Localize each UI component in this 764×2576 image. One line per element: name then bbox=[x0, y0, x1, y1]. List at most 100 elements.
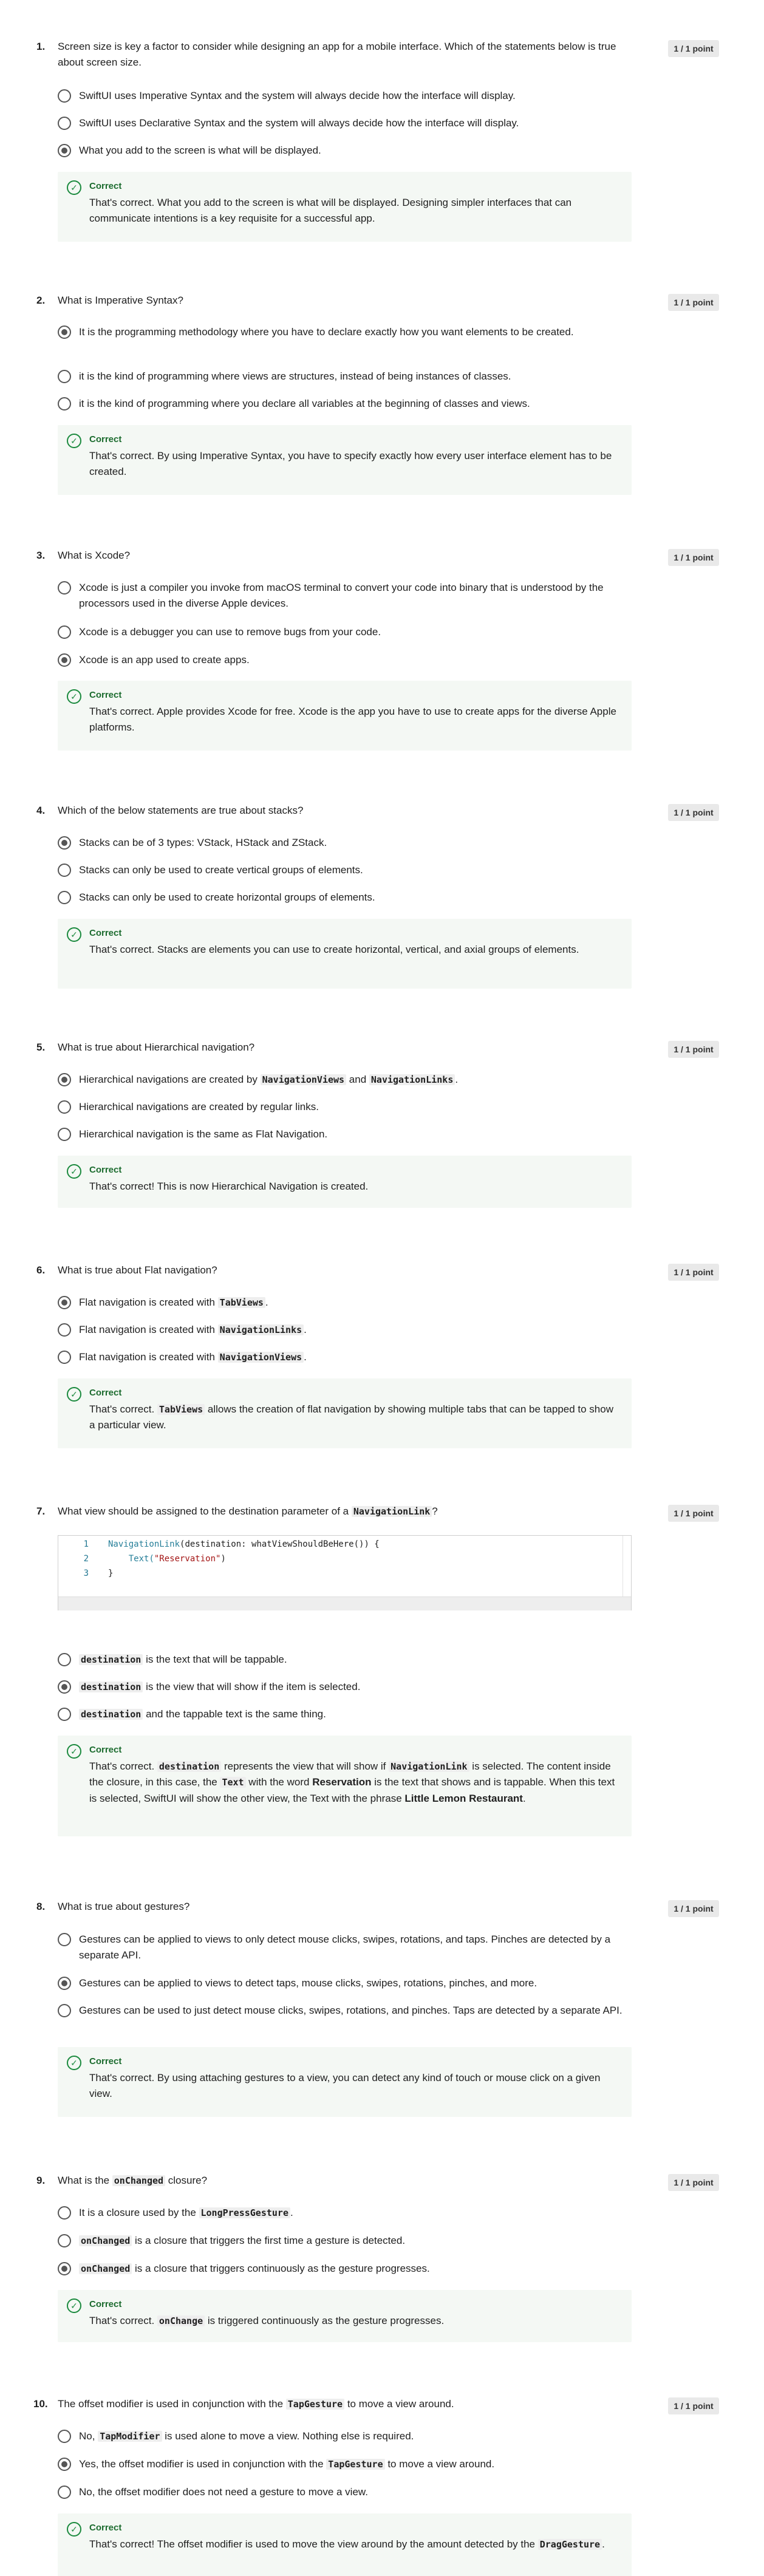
radio-button-selected[interactable] bbox=[58, 1680, 71, 1694]
text-segment: . bbox=[455, 1074, 459, 1085]
radio-button[interactable] bbox=[58, 397, 71, 411]
question-number: 4. bbox=[36, 805, 46, 816]
radio-button[interactable] bbox=[58, 370, 71, 383]
text-segment: with the word bbox=[245, 1776, 313, 1788]
code-segment: destination bbox=[79, 1654, 143, 1665]
text-segment: That's correct. bbox=[89, 2315, 157, 2326]
check-circle-icon: ✓ bbox=[67, 2056, 81, 2070]
radio-button[interactable] bbox=[58, 864, 71, 877]
radio-button-selected[interactable] bbox=[58, 1073, 71, 1086]
points-badge: 1 / 1 point bbox=[668, 1041, 719, 1058]
radio-button[interactable] bbox=[58, 89, 71, 103]
code-token: NavigationLink bbox=[108, 1539, 180, 1549]
question-text: What is the onChanged closure? bbox=[58, 2173, 638, 2189]
option-text: Gestures can be used to just detect mous… bbox=[79, 2005, 622, 2016]
feedback-box: ✓ Correct That's correct. onChange is tr… bbox=[58, 2290, 632, 2342]
radio-button[interactable] bbox=[58, 2004, 71, 2017]
radio-button[interactable] bbox=[58, 1708, 71, 1721]
feedback-title: Correct bbox=[89, 690, 122, 700]
radio-button-selected[interactable] bbox=[58, 836, 71, 850]
code-segment: TapModifier bbox=[98, 2431, 162, 2442]
points-badge: 1 / 1 point bbox=[668, 40, 719, 57]
option-text: Stacks can be of 3 types: VStack, HStack… bbox=[79, 837, 327, 848]
code-segment: destination bbox=[79, 1709, 143, 1720]
radio-button[interactable] bbox=[58, 1351, 71, 1364]
code-segment: onChanged bbox=[112, 2175, 166, 2186]
radio-button[interactable] bbox=[58, 2430, 71, 2443]
feedback-box: ✓ Correct That's correct. TabViews allow… bbox=[58, 1378, 632, 1448]
radio-button-selected[interactable] bbox=[58, 2458, 71, 2471]
radio-button-selected[interactable] bbox=[58, 1977, 71, 1990]
option-text: Hierarchical navigations are created by … bbox=[79, 1101, 319, 1113]
text-segment: That's correct. bbox=[89, 1760, 157, 1772]
text-segment: That's correct. bbox=[89, 1403, 157, 1415]
text-segment: No, bbox=[79, 2430, 98, 2442]
code-segment: onChanged bbox=[79, 2263, 132, 2274]
text-segment: ? bbox=[432, 1505, 438, 1517]
option-text: Stacks can only be used to create horizo… bbox=[79, 891, 375, 903]
code-segment: onChanged bbox=[79, 2235, 132, 2246]
radio-button[interactable] bbox=[58, 2206, 71, 2220]
text-segment: is a closure that triggers continuously … bbox=[132, 2263, 430, 2274]
code-token: (destination: whatViewShouldBeHere()) { bbox=[180, 1539, 380, 1549]
radio-button-selected[interactable] bbox=[58, 1296, 71, 1309]
question-text: The offset modifier is used in conjuncti… bbox=[58, 2396, 638, 2412]
code-token: "Reservation" bbox=[154, 1554, 221, 1564]
points-badge: 1 / 1 point bbox=[668, 294, 719, 311]
check-circle-icon: ✓ bbox=[67, 689, 81, 704]
option-text: SwiftUI uses Imperative Syntax and the s… bbox=[79, 90, 516, 101]
radio-button[interactable] bbox=[58, 1653, 71, 1666]
points-badge: 1 / 1 point bbox=[668, 1505, 719, 1522]
radio-button[interactable] bbox=[58, 1323, 71, 1337]
option-text: destination and the tappable text is the… bbox=[79, 1706, 641, 1722]
option-text: destination is the text that will be tap… bbox=[79, 1652, 641, 1668]
feedback-text: That's correct. destination represents t… bbox=[89, 1759, 618, 1807]
code-token: ) bbox=[220, 1554, 226, 1564]
radio-button[interactable] bbox=[58, 2486, 71, 2499]
points-badge: 1 / 1 point bbox=[668, 2174, 719, 2191]
radio-button[interactable] bbox=[58, 117, 71, 130]
radio-button[interactable] bbox=[58, 1933, 71, 1946]
feedback-text: That's correct. By using attaching gestu… bbox=[89, 2072, 601, 2100]
radio-button[interactable] bbox=[58, 625, 71, 639]
code-editor[interactable]: 1 NavigationLink(destination: whatViewSho… bbox=[58, 1535, 632, 1610]
feedback-text: That's correct. Apple provides Xcode for… bbox=[89, 706, 616, 734]
check-circle-icon: ✓ bbox=[67, 1164, 81, 1179]
radio-button-selected[interactable] bbox=[58, 653, 71, 667]
option-text: SwiftUI uses Declarative Syntax and the … bbox=[79, 117, 519, 129]
option-text: What you add to the screen is what will … bbox=[79, 145, 321, 156]
question-text: Screen size is key a factor to consider … bbox=[58, 41, 616, 69]
radio-button[interactable] bbox=[58, 2234, 71, 2247]
code-segment: NavigationLinks bbox=[369, 1074, 455, 1085]
question-text: What is true about Flat navigation? bbox=[58, 1264, 217, 1276]
feedback-title: Correct bbox=[89, 2299, 122, 2309]
radio-button[interactable] bbox=[58, 581, 71, 595]
option-text: Flat navigation is created with Navigati… bbox=[79, 1322, 641, 1338]
radio-button[interactable] bbox=[58, 891, 71, 904]
feedback-text: That's correct! The offset modifier is u… bbox=[89, 2537, 618, 2552]
feedback-title: Correct bbox=[89, 434, 122, 445]
horizontal-scrollbar[interactable] bbox=[58, 1596, 631, 1610]
radio-button-selected[interactable] bbox=[58, 144, 71, 157]
code-line: 2 Text("Reservation") bbox=[58, 1552, 632, 1566]
question-text: What view should be assigned to the dest… bbox=[58, 1504, 638, 1519]
radio-button[interactable] bbox=[58, 1128, 71, 1141]
question-text: What is Imperative Syntax? bbox=[58, 295, 183, 306]
bold-segment: Reservation bbox=[312, 1776, 372, 1788]
code-segment: destination bbox=[157, 1761, 222, 1772]
feedback-title: Correct bbox=[89, 1388, 122, 1398]
feedback-text: That's correct. TabViews allows the crea… bbox=[89, 1402, 618, 1434]
option-text: Xcode is just a compiler you invoke from… bbox=[79, 582, 604, 610]
radio-button-selected[interactable] bbox=[58, 2262, 71, 2275]
code-segment: NavigationViews bbox=[260, 1074, 347, 1085]
option-text: it is the kind of programming where you … bbox=[79, 398, 530, 409]
radio-button-selected[interactable] bbox=[58, 325, 71, 339]
option-text: It is a closure used by the LongPressGes… bbox=[79, 2205, 641, 2221]
text-segment: closure? bbox=[165, 2175, 208, 2186]
code-segment: Text bbox=[220, 1777, 246, 1788]
feedback-title: Correct bbox=[89, 1745, 122, 1755]
vertical-scrollbar[interactable] bbox=[622, 1536, 631, 1596]
question-text: What is true about Hierarchical navigati… bbox=[58, 1041, 255, 1053]
radio-button[interactable] bbox=[58, 1100, 71, 1114]
question-number: 7. bbox=[36, 1505, 46, 1517]
